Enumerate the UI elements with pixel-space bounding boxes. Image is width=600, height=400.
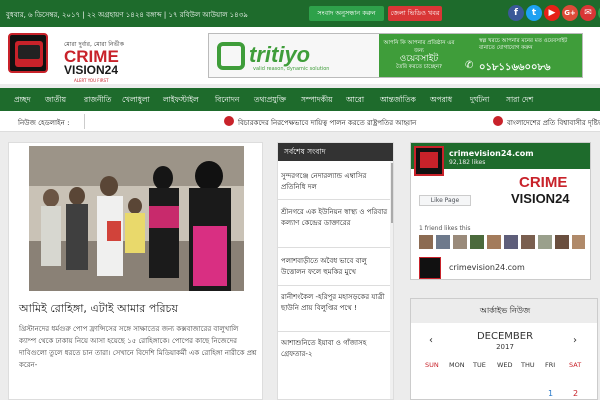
calendar-dow: WED	[497, 361, 513, 369]
calendar-year: 2017	[496, 343, 514, 351]
svg-text:VISION24: VISION24	[511, 191, 570, 206]
tritiyo-logo-icon	[217, 42, 245, 70]
nav-item-crime[interactable]: অপরাধ	[430, 95, 452, 107]
fb-friends-text: 1 friend likes this	[419, 225, 471, 232]
calendar-dow: MON	[449, 361, 465, 369]
featured-article: আমিই রোহিঙ্গা, এটাই আমার পরিচয় খ্রিস্টা…	[8, 142, 263, 400]
logo-alert-text: ALERT YOU FIRST	[74, 78, 109, 83]
nav-item-sports[interactable]: খেলাধুলা	[122, 95, 150, 107]
facebook-icon[interactable]: f	[508, 5, 524, 21]
ticker-label: নিউজ হেডলাইন :	[18, 119, 70, 127]
ad-mid-text-2: ওয়েবসাইট	[399, 54, 439, 64]
nav-item-international[interactable]: আন্তর্জাতিক	[380, 95, 416, 107]
latest-news-item[interactable]: পলাশবাড়ীতে অবৈধ ভাবে বালু উত্তোলন ফলে হ…	[278, 256, 388, 277]
ad-mid-text-3: তৈরি করতে চাচ্ছেন?	[396, 64, 442, 70]
ad-mid-text-1: আপনি কি আপনার প্রতিষ্ঠান এর জন্য	[383, 40, 455, 54]
latest-news-panel: সর্বশেষ সংবাদ সুন্দরগঞ্জে নেদারল্যান্ড এ…	[277, 142, 394, 400]
featured-excerpt: খ্রিস্টানদের ধর্মগুরু পোপ ফ্রান্সিসের সঙ…	[19, 325, 257, 369]
ticker-item[interactable]: বাংলাদেশের প্রতি বিশ্বাবাসীর দৃষ্টিভঙ্গি…	[507, 117, 600, 129]
nav-item-lifestyle[interactable]: লাইফস্টাইল	[163, 95, 199, 107]
fb-post-page-name[interactable]: crimevision24.com	[449, 263, 525, 272]
calendar-day[interactable]: 2	[573, 389, 578, 398]
archive-calendar: আর্কাইভ নিউজ ‹ DECEMBER 2017 › SUN MON T…	[410, 298, 598, 400]
ad-brand-tagline: valid reason, dynamic solution	[253, 66, 330, 72]
header: মোরা দুর্বার, মোরা নির্ভীক CRIME VISION2…	[0, 27, 600, 84]
latest-news-item[interactable]: রানীশংকৈল -হরিপুর মহাসড়কের যাত্রী ছাউনি…	[278, 292, 388, 313]
calendar-dow: SAT	[569, 361, 582, 369]
nav-item-accident[interactable]: দুর্ঘটনা	[470, 95, 489, 107]
ticker-bullet-icon	[493, 116, 503, 126]
email-icon[interactable]: ✉	[580, 5, 596, 21]
calendar-dow: FRI	[545, 361, 556, 369]
nav-item-entertainment[interactable]: বিনোদন	[215, 95, 239, 107]
nav-item-tech[interactable]: তথ্যপ্রযুক্তি	[254, 95, 286, 107]
fb-likes-count: 92,182 likes	[449, 159, 486, 166]
calendar-dow: SUN	[425, 361, 439, 369]
latest-news-item[interactable]: আশাশুনিতে ইয়াবা ও গাঁজাসহ গ্রেফতার-২	[278, 338, 388, 359]
logo-vision-text: VISION24	[64, 63, 119, 77]
logo-emblem	[8, 33, 48, 73]
calendar-dow: THU	[521, 361, 535, 369]
google-plus-icon[interactable]: G+	[562, 5, 578, 21]
featured-title[interactable]: আমিই রোহিঙ্গা, এটাই আমার পরিচয়	[19, 300, 178, 319]
nav-item-politics[interactable]: রাজনীতি	[84, 95, 111, 107]
featured-photo[interactable]	[29, 146, 244, 291]
facebook-page-widget: CRIME VISION24 crimevision24.com 92,182 …	[410, 142, 591, 280]
page: বুধবার, ৬ ডিসেম্বর, ২০১৭ | ২২ অগ্রহায়ণ …	[0, 0, 600, 400]
district-video-button[interactable]: জেলা ভিডিও খবর	[388, 6, 442, 21]
ad-right-text: স্বল্প খরচে আপনার মনের মত ওয়েবসাইট বানা…	[479, 38, 568, 51]
youtube-icon[interactable]: ▶	[544, 5, 560, 21]
ad-phone: ০১৮১১৬৬০০৮৬	[479, 62, 551, 73]
nav-item-more[interactable]: আরো	[346, 95, 364, 107]
latest-news-scrollbar[interactable]	[390, 161, 393, 399]
calendar-next-icon[interactable]: ›	[573, 335, 577, 346]
fb-friend-avatars	[419, 235, 585, 253]
svg-text:CRIME: CRIME	[519, 174, 567, 191]
calendar-month: DECEMBER	[476, 331, 534, 342]
ad-brand: tritiyo	[249, 42, 311, 67]
main-nav: প্রচ্ছদ জাতীয় রাজনীতি খেলাধুলা লাইফস্টা…	[0, 88, 600, 111]
fb-like-page-button[interactable]: Like Page	[419, 195, 471, 206]
header-ad-banner[interactable]: tritiyo valid reason, dynamic solution আ…	[208, 33, 583, 78]
latest-news-heading: সর্বশেষ সংবাদ	[278, 143, 393, 161]
nav-item-home[interactable]: প্রচ্ছদ	[14, 95, 31, 107]
latest-news-item[interactable]: সুন্দরগঞ্জে নেদারল্যান্ড এম্বাসির প্রতিন…	[278, 171, 388, 192]
nav-item-editorial[interactable]: সম্পাদকীয়	[301, 95, 333, 107]
archive-heading: আর্কাইভ নিউজ	[411, 299, 597, 323]
nav-item-countrywide[interactable]: সারা দেশ	[506, 95, 533, 107]
ticker-bullet-icon	[224, 116, 234, 126]
fb-cover[interactable]: CRIME VISION24 crimevision24.com 92,182 …	[411, 143, 590, 207]
fb-page-name[interactable]: crimevision24.com	[449, 149, 534, 158]
calendar-day[interactable]: 1	[548, 389, 553, 398]
fb-post-avatar	[419, 257, 441, 279]
latest-news-item[interactable]: শ্রীনগরে এক ইউনিয়ন স্বাস্থ্য ও পরিবার ক…	[278, 207, 388, 228]
nav-item-national[interactable]: জাতীয়	[45, 95, 66, 107]
top-bar: বুধবার, ৬ ডিসেম্বর, ২০১৭ | ২২ অগ্রহায়ণ …	[0, 0, 600, 27]
search-news-button[interactable]: সংবাদ অনুসন্ধান করুন	[309, 6, 384, 21]
twitter-icon[interactable]: t	[526, 5, 542, 21]
date-text: বুধবার, ৬ ডিসেম্বর, ২০১৭ | ২২ অগ্রহায়ণ …	[6, 11, 248, 19]
calendar-dow: TUE	[473, 361, 486, 369]
phone-icon: ✆	[465, 60, 474, 71]
ticker-item[interactable]: বিচারকদের নিরপেক্ষভাবে দায়িত্ব পালন করত…	[238, 117, 416, 129]
news-ticker: নিউজ হেডলাইন : বিচারকদের নিরপেক্ষভাবে দা…	[0, 111, 600, 132]
